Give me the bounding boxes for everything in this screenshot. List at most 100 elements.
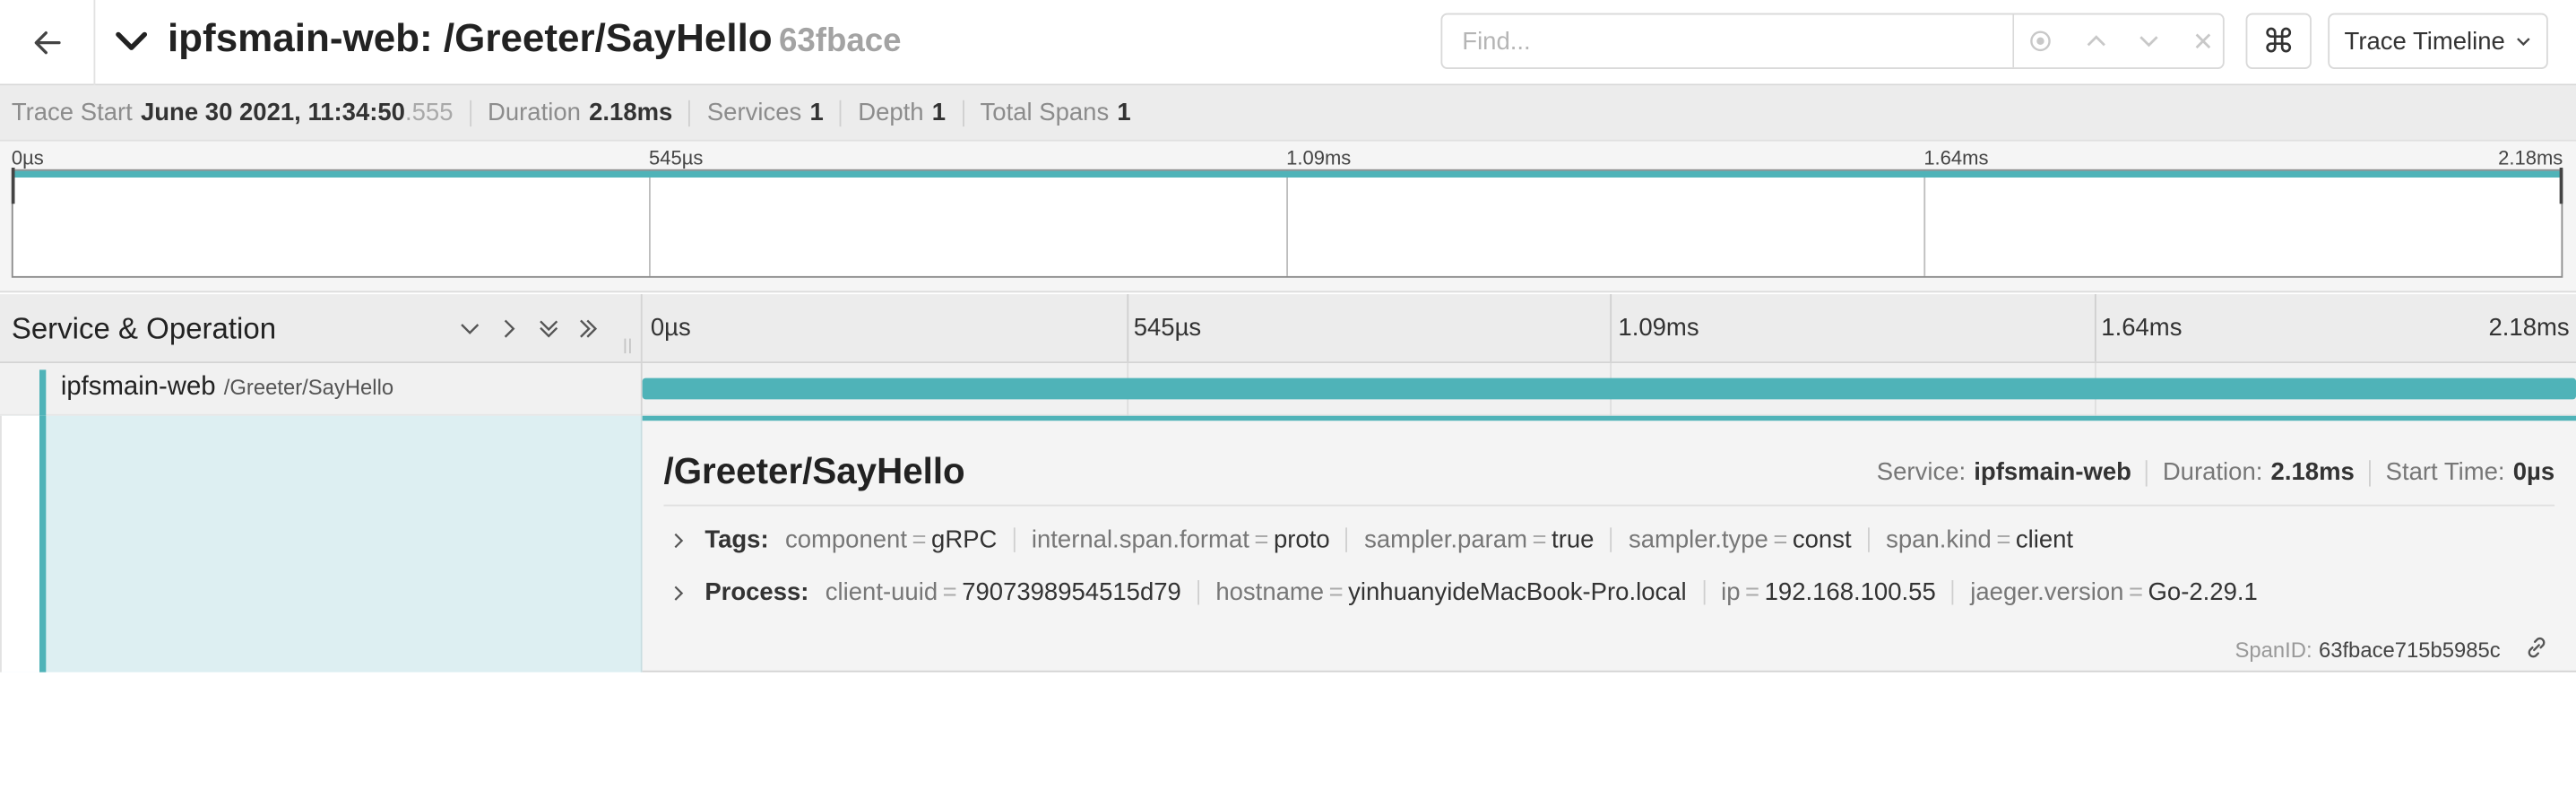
prev-match-icon[interactable] (2081, 26, 2111, 56)
span-id: SpanID: 63fbace715b5985c (2235, 638, 2500, 662)
tag-item: sampler.param = true (1364, 525, 1595, 554)
trace-start: Trace Start June 30 2021, 11:34:50.555 (12, 99, 454, 126)
span-detail-title: /Greeter/SayHello (663, 450, 965, 492)
minimap-gridline (1923, 170, 1926, 276)
minimap-gridline (1286, 170, 1288, 276)
trace-start-ms: .555 (404, 98, 454, 127)
detail-service-label: Service: (1876, 458, 1967, 487)
detail-service-value: ipfsmain-web (1974, 458, 2131, 487)
service-color-stripe (39, 415, 47, 672)
duration-value: 2.18ms (589, 98, 673, 127)
span-service-name[interactable]: ipfsmain-web/Greeter/SayHello (61, 373, 393, 403)
span-name-cell[interactable]: ipfsmain-web/Greeter/SayHello (0, 363, 643, 416)
find-input[interactable] (1442, 14, 2015, 68)
process-item: jaeger.version = Go-2.29.1 (1970, 578, 2258, 607)
span-operation-name: /Greeter/SayHello (223, 374, 394, 400)
span-id-value: 63fbace715b5985c (2318, 638, 2501, 663)
trace-title: ipfsmain-web: /Greeter/SayHello 63fbace (168, 16, 902, 62)
timeline-header-left: Service & Operation (0, 294, 643, 362)
view-select[interactable]: Trace Timeline (2328, 13, 2548, 69)
process-label[interactable]: Process: (705, 578, 808, 606)
collapse-all-icon[interactable] (534, 314, 564, 343)
trace-depth: Depth 1 (858, 99, 946, 126)
trace-start-label: Trace Start (11, 98, 133, 127)
minimap-tick: 2.18ms (2498, 146, 2563, 169)
trace-title-text: ipfsmain-web: /Greeter/SayHello (167, 16, 773, 61)
tags-section[interactable]: Tags: component = gRPC internal.span.forma… (670, 526, 2073, 554)
expand-all-icon[interactable] (574, 314, 603, 343)
find-box (1440, 13, 2225, 69)
column-resizer[interactable] (624, 338, 631, 354)
span-row[interactable]: ipfsmain-web/Greeter/SayHello (0, 363, 2576, 416)
process-item: ip = 192.168.100.55 (1721, 578, 1936, 607)
timeline-tick: 0µs (650, 314, 691, 343)
span-detail-left (0, 415, 643, 672)
timeline-tick: 1.64ms (2101, 314, 2183, 343)
detail-duration-value: 2.18ms (2270, 458, 2355, 487)
expand-one-icon[interactable] (495, 314, 524, 343)
timeline-tick: 2.18ms (2488, 314, 2570, 343)
view-select-value: Trace Timeline (2344, 27, 2505, 56)
span-id-label: SpanID: (2235, 638, 2312, 663)
minimap-span-bar (13, 170, 2562, 178)
collapse-header-icon[interactable] (112, 22, 151, 61)
chevron-right-icon[interactable] (670, 583, 690, 603)
depth-value: 1 (931, 98, 947, 127)
timeline-tick: 545µs (1133, 314, 1202, 343)
duration-label: Duration (487, 98, 581, 127)
service-operation-title: Service & Operation (11, 312, 277, 345)
trace-services: Services 1 (707, 99, 824, 126)
process-section[interactable]: Process: client-uuid = 7907398954515d79 ho… (670, 578, 2258, 606)
trace-start-value: June 30 2021, 11:34:50.555 (140, 98, 454, 127)
minimap-tick: 1.09ms (1286, 146, 1352, 169)
minimap-left-handle[interactable] (11, 167, 15, 204)
chevron-down-icon (2516, 38, 2530, 47)
detail-gutter (0, 415, 39, 672)
tag-item: component = gRPC (784, 525, 998, 554)
clear-search-icon[interactable] (2188, 26, 2217, 56)
service-color-stripe (39, 369, 47, 416)
keyboard-shortcuts-button[interactable]: ⌘ (2245, 13, 2312, 69)
locate-icon[interactable] (2026, 26, 2055, 56)
services-label: Services (706, 98, 802, 127)
link-icon[interactable] (2523, 634, 2549, 660)
trace-minimap[interactable]: 0µs 545µs 1.09ms 1.64ms 2.18ms (0, 141, 2576, 293)
detail-start-label: Start Time: (2385, 458, 2505, 487)
trace-header: ipfsmain-web: /Greeter/SayHello63fbace ⌘… (0, 0, 2576, 86)
trace-summary-bar: Trace Start June 30 2021, 11:34:50.555 D… (0, 85, 2576, 142)
total-spans-label: Total Spans (980, 98, 1110, 127)
arrow-left-icon (33, 31, 60, 55)
trace-id: 63fbace (778, 22, 902, 59)
detail-start-value: 0µs (2512, 458, 2555, 487)
minimap-tick: 0µs (11, 146, 44, 169)
minimap-canvas[interactable] (11, 167, 2563, 278)
depth-label: Depth (858, 98, 924, 127)
trace-total-spans: Total Spans 1 (981, 99, 1131, 126)
tag-item: sampler.type = const (1628, 525, 1852, 554)
back-button[interactable] (0, 0, 96, 86)
span-duration-bar[interactable] (642, 377, 2576, 400)
timeline-gridline (1610, 294, 1612, 362)
process-item: hostname = yinhuanyideMacBook-Pro.local (1215, 578, 1687, 607)
detail-duration-label: Duration: (2162, 458, 2263, 487)
detail-divider (663, 504, 2555, 507)
minimap-right-handle[interactable] (2559, 167, 2563, 204)
tags-label[interactable]: Tags: (705, 526, 768, 554)
timeline-gridline (2094, 294, 2096, 362)
timeline-tick: 1.09ms (1618, 314, 1699, 343)
trace-duration: Duration 2.18ms (488, 99, 672, 126)
command-icon: ⌘ (2261, 23, 2295, 60)
timeline-gridline (1127, 294, 1129, 362)
process-item: client-uuid = 7907398954515d79 (825, 578, 1181, 607)
next-match-icon[interactable] (2134, 26, 2164, 56)
total-spans-value: 1 (1117, 98, 1131, 127)
chevron-right-icon[interactable] (670, 530, 690, 550)
minimap-tick: 1.64ms (1923, 146, 1989, 169)
trace-page: ipfsmain-web: /Greeter/SayHello63fbace ⌘… (0, 0, 2576, 740)
minimap-tick: 545µs (648, 146, 704, 169)
timeline-header: Service & Operation 0µs 545µs 1.09ms 1.6… (0, 294, 2576, 364)
span-detail-panel: /Greeter/SayHello Service: ipfsmain-web … (642, 415, 2576, 672)
span-detail-meta: Service: ipfsmain-web Duration: 2.18ms S… (1877, 458, 2554, 486)
services-value: 1 (809, 98, 824, 127)
collapse-one-icon[interactable] (455, 314, 485, 343)
